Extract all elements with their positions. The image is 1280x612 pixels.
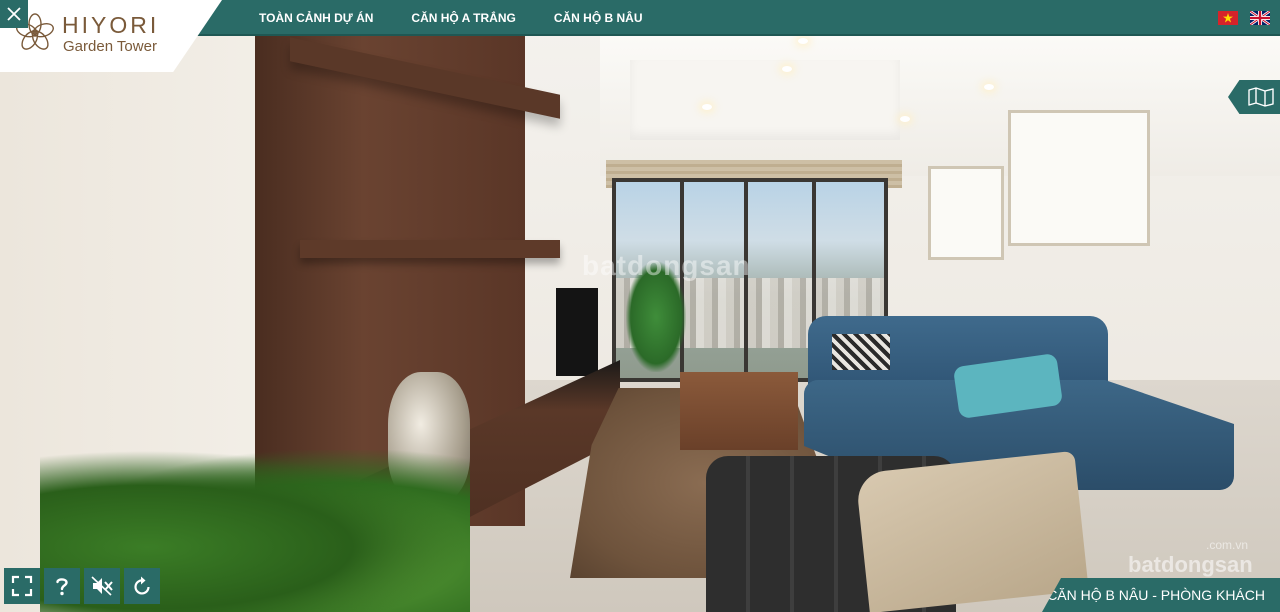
middle-shelf xyxy=(300,240,560,258)
brand-subtitle: Garden Tower xyxy=(63,38,157,55)
ceiling-light xyxy=(702,104,712,110)
wall-art-left xyxy=(928,166,1004,260)
scene-caption: CĂN HỘ B NÂU - PHÒNG KHÁCH xyxy=(1042,578,1280,612)
striped-pillow xyxy=(832,334,890,370)
watermark-corner: .com.vn batdongsan xyxy=(1128,538,1253,578)
ceiling-recess xyxy=(630,60,900,140)
map-icon xyxy=(1248,87,1274,107)
throw-blanket xyxy=(855,450,1089,612)
nav-item-apartment-b-brown[interactable]: CĂN HỘ B NÂU xyxy=(535,11,662,25)
ceiling-light xyxy=(900,116,910,122)
vietnam-flag-icon[interactable] xyxy=(1218,11,1238,25)
watermark-center: batdongsan xyxy=(582,250,751,281)
watermark-suffix: .com.vn xyxy=(1206,538,1249,552)
coffee-table xyxy=(680,372,798,450)
nav-item-apartment-a-white[interactable]: CĂN HỘ A TRẮNG xyxy=(392,11,534,25)
close-icon xyxy=(7,7,21,21)
close-button[interactable] xyxy=(0,0,28,28)
ceiling-light xyxy=(798,38,808,44)
viewer-controls xyxy=(4,568,160,604)
help-button[interactable] xyxy=(44,568,80,604)
mute-icon xyxy=(91,576,113,596)
ceiling-light xyxy=(984,84,994,90)
help-icon xyxy=(56,578,68,596)
ceiling-light xyxy=(782,66,792,72)
fullscreen-icon xyxy=(11,575,33,597)
panorama-view[interactable]: batdongsan .com.vn batdongsan xyxy=(0,0,1280,612)
uk-flag-icon[interactable] xyxy=(1250,11,1270,25)
nav-item-project-overview[interactable]: TOÀN CẢNH DỰ ÁN xyxy=(240,11,392,25)
watermark-corner-text: batdongsan xyxy=(1128,552,1253,577)
auto-rotate-icon xyxy=(134,576,150,595)
television xyxy=(556,288,598,376)
auto-rotate-button[interactable] xyxy=(124,568,160,604)
mute-button[interactable] xyxy=(84,568,120,604)
main-nav: TOÀN CẢNH DỰ ÁN CĂN HỘ A TRẮNG CĂN HỘ B … xyxy=(240,0,662,36)
fullscreen-button[interactable] xyxy=(4,568,40,604)
brand-name: HIYORI xyxy=(62,12,160,38)
wall-art-right xyxy=(1008,110,1150,246)
star-icon xyxy=(1223,13,1233,23)
